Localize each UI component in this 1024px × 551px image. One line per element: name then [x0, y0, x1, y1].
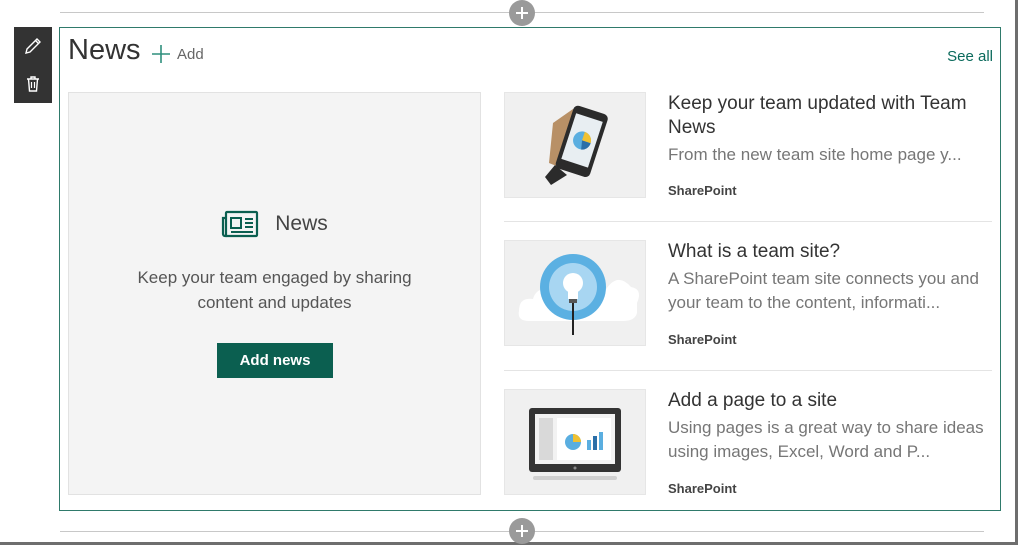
- tablet-chart-image: [529, 408, 621, 480]
- placeholder-description-line: content and updates: [197, 293, 352, 312]
- news-title[interactable]: Keep your team updated with Team News: [668, 92, 992, 140]
- news-thumbnail[interactable]: [504, 240, 646, 346]
- news-title[interactable]: What is a team site?: [668, 240, 992, 264]
- lightbulb-cloud-image: [518, 254, 639, 335]
- placeholder-heading-label: News: [275, 212, 328, 235]
- add-news-link[interactable]: Add: [151, 40, 204, 68]
- webpart-toolbar: [14, 27, 52, 103]
- news-source: SharePoint: [668, 183, 737, 198]
- trash-icon: [27, 76, 39, 92]
- item-separator: [504, 221, 992, 222]
- plus-icon: [516, 525, 528, 537]
- news-thumbnail[interactable]: [504, 389, 646, 495]
- news-description: A SharePoint team site connects you and …: [668, 267, 992, 315]
- section-divider-bottom-left: [60, 531, 510, 532]
- news-title-line: Keep your team updated with Team: [668, 93, 967, 114]
- news-title-line: News: [668, 117, 716, 138]
- edit-webpart-button[interactable]: [14, 27, 52, 65]
- news-description-line: Using pages is a great way to share idea…: [668, 418, 984, 437]
- add-section-bottom-button[interactable]: [509, 518, 535, 544]
- section-divider-top-left: [60, 12, 510, 13]
- placeholder-heading: News: [69, 210, 480, 238]
- news-title-line: What is a team site?: [668, 241, 841, 262]
- news-description-line: your team to the content, informati...: [668, 293, 941, 312]
- item-separator: [504, 370, 992, 371]
- section-divider-bottom-right: [534, 531, 984, 532]
- news-item[interactable]: What is a team site? A SharePoint team s…: [504, 240, 992, 348]
- pencil-icon: [25, 38, 41, 54]
- news-description: Using pages is a great way to share idea…: [668, 416, 992, 464]
- news-title[interactable]: Add a page to a site: [668, 389, 992, 413]
- add-news-button[interactable]: Add news: [217, 343, 333, 378]
- news-description-line: using images, Excel, Word and P...: [668, 442, 931, 461]
- newspaper-icon: [222, 210, 259, 238]
- add-section-top-button[interactable]: [509, 0, 535, 26]
- add-label: Add: [177, 45, 204, 63]
- news-description-line: A SharePoint team site connects you and: [668, 269, 979, 288]
- delete-webpart-button[interactable]: [14, 65, 52, 103]
- news-description-line: From the new team site home page y...: [668, 145, 962, 164]
- news-item[interactable]: Add a page to a site Using pages is a gr…: [504, 389, 992, 497]
- plus-icon: [152, 45, 170, 63]
- placeholder-description: Keep your team engaged by sharing conten…: [109, 265, 440, 315]
- see-all-link[interactable]: See all: [947, 48, 993, 65]
- news-title-line: Add a page to a site: [668, 390, 838, 411]
- phone-chart-image: [545, 105, 608, 185]
- webpart-title: News: [68, 34, 141, 66]
- news-thumbnail[interactable]: [504, 92, 646, 198]
- news-item[interactable]: Keep your team updated with Team News Fr…: [504, 92, 992, 200]
- news-source: SharePoint: [668, 332, 737, 347]
- news-source: SharePoint: [668, 481, 737, 496]
- plus-icon: [516, 7, 528, 19]
- news-placeholder-panel: News Keep your team engaged by sharing c…: [68, 92, 481, 495]
- placeholder-description-line: Keep your team engaged by sharing: [137, 268, 412, 287]
- section-divider-top-right: [534, 12, 984, 13]
- news-description: From the new team site home page y...: [668, 143, 992, 167]
